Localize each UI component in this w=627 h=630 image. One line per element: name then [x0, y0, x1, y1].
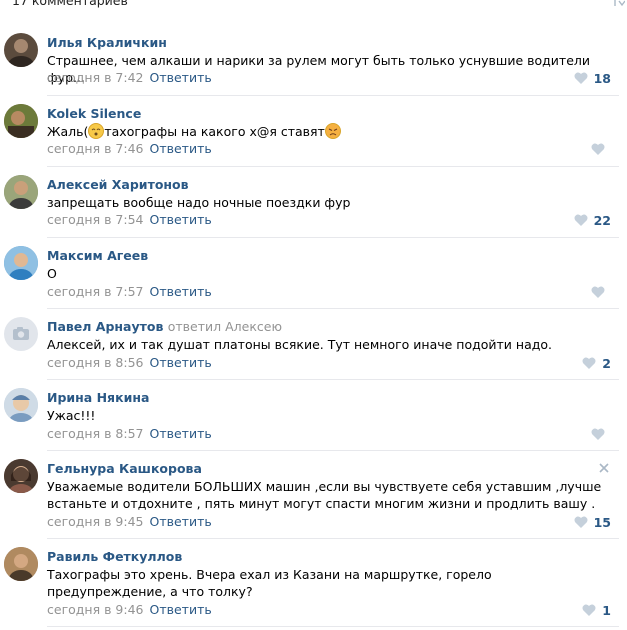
avatar[interactable]: [4, 317, 38, 351]
separator: [47, 166, 619, 167]
avatar[interactable]: [4, 175, 38, 209]
comment-time[interactable]: сегодня в 7:54: [47, 212, 144, 227]
heart-icon: [582, 357, 596, 369]
comment-meta: сегодня в 9:46 Ответить: [47, 602, 212, 617]
reply-link[interactable]: Ответить: [150, 70, 212, 85]
comment-time[interactable]: сегодня в 7:42: [47, 70, 144, 85]
avatar[interactable]: [4, 246, 38, 280]
like-button[interactable]: 18: [574, 70, 611, 86]
comment-meta: сегодня в 8:57 Ответить: [47, 426, 212, 441]
comment-meta: сегодня в 7:42 Ответить: [47, 70, 212, 85]
separator: [47, 308, 619, 309]
like-button[interactable]: 22: [574, 212, 611, 228]
comment-meta: сегодня в 9:45 Ответить: [47, 514, 212, 529]
comments-count: 17 комментариев: [12, 0, 128, 8]
heart-icon: [591, 428, 605, 440]
comment-text: Уважаемые водители БОЛЬШИХ машин ,если в…: [47, 479, 602, 511]
like-button[interactable]: [591, 426, 611, 442]
like-button[interactable]: 15: [574, 514, 611, 530]
like-count: 18: [593, 70, 611, 86]
comment-meta: сегодня в 7:54 Ответить: [47, 212, 212, 227]
comment-time[interactable]: сегодня в 7:57: [47, 284, 144, 299]
comment-time[interactable]: сегодня в 9:46: [47, 602, 144, 617]
separator: [47, 237, 619, 238]
like-count: 2: [602, 355, 611, 371]
comment-text: О: [47, 266, 57, 281]
reply-link[interactable]: Ответить: [150, 212, 212, 227]
comment-author[interactable]: Павел Арнаутов ответил Алексею: [47, 319, 282, 334]
comment-meta: сегодня в 7:46 Ответить: [47, 141, 212, 156]
comment-author[interactable]: Равиль Феткуллов: [47, 549, 182, 564]
heart-icon: [591, 286, 605, 298]
reply-link[interactable]: Ответить: [150, 426, 212, 441]
comment-text: Жаль(тахографы на какого х@я ставят: [47, 123, 607, 140]
comment-author[interactable]: Алексей Харитонов: [47, 177, 189, 192]
heart-icon: [582, 604, 596, 616]
close-icon[interactable]: [598, 462, 610, 474]
like-button[interactable]: 1: [582, 602, 611, 618]
comment-author[interactable]: Ирина Някина: [47, 390, 149, 405]
comment-time[interactable]: сегодня в 7:46: [47, 141, 144, 156]
separator: [47, 626, 619, 627]
comment-time[interactable]: сегодня в 8:57: [47, 426, 144, 441]
comment-text: запрещать вообще надо ночные поездки фур: [47, 195, 351, 210]
heart-icon: [574, 214, 588, 226]
reply-link[interactable]: Ответить: [150, 602, 212, 617]
reply-link[interactable]: Ответить: [150, 284, 212, 299]
comment-author[interactable]: Kolek Silence: [47, 106, 141, 121]
comment-author[interactable]: Илья Краличкин: [47, 35, 167, 50]
avatar[interactable]: [4, 104, 38, 138]
comment-time[interactable]: сегодня в 8:56: [47, 355, 144, 370]
heart-icon: [574, 72, 588, 84]
like-button[interactable]: [591, 284, 611, 300]
reply-link[interactable]: Ответить: [150, 141, 212, 156]
angry-face-icon: [324, 123, 341, 139]
separator: [47, 95, 619, 96]
separator: [47, 450, 619, 451]
sort-icon[interactable]: [611, 0, 625, 8]
comment-meta: сегодня в 8:56 Ответить: [47, 355, 212, 370]
comment-author[interactable]: Гельнура Кашкорова: [47, 461, 202, 476]
like-count: 15: [593, 514, 611, 530]
avatar[interactable]: [4, 459, 38, 493]
separator: [47, 538, 619, 539]
separator: [47, 379, 619, 380]
avatar[interactable]: [4, 388, 38, 422]
comment-text: Ужас!!!: [47, 408, 96, 423]
like-count: 1: [602, 602, 611, 618]
avatar[interactable]: [4, 547, 38, 581]
replied-to[interactable]: ответил Алексею: [168, 319, 282, 334]
reply-link[interactable]: Ответить: [150, 514, 212, 529]
like-button[interactable]: 2: [582, 355, 611, 371]
sleepy-face-icon: [88, 123, 105, 139]
camera-icon: [13, 327, 29, 340]
comment-text: Алексей, их и так душат платоны всякие. …: [47, 337, 553, 352]
like-button[interactable]: [591, 141, 611, 157]
comment-text: Тахографы это хрень. Вчера ехал из Казан…: [47, 567, 492, 599]
comment-meta: сегодня в 7:57 Ответить: [47, 284, 212, 299]
comment-author[interactable]: Максим Агеев: [47, 248, 148, 263]
reply-link[interactable]: Ответить: [150, 355, 212, 370]
like-count: 22: [593, 212, 611, 228]
avatar[interactable]: [4, 33, 38, 67]
heart-icon: [591, 143, 605, 155]
comment-time[interactable]: сегодня в 9:45: [47, 514, 144, 529]
heart-icon: [574, 516, 588, 528]
